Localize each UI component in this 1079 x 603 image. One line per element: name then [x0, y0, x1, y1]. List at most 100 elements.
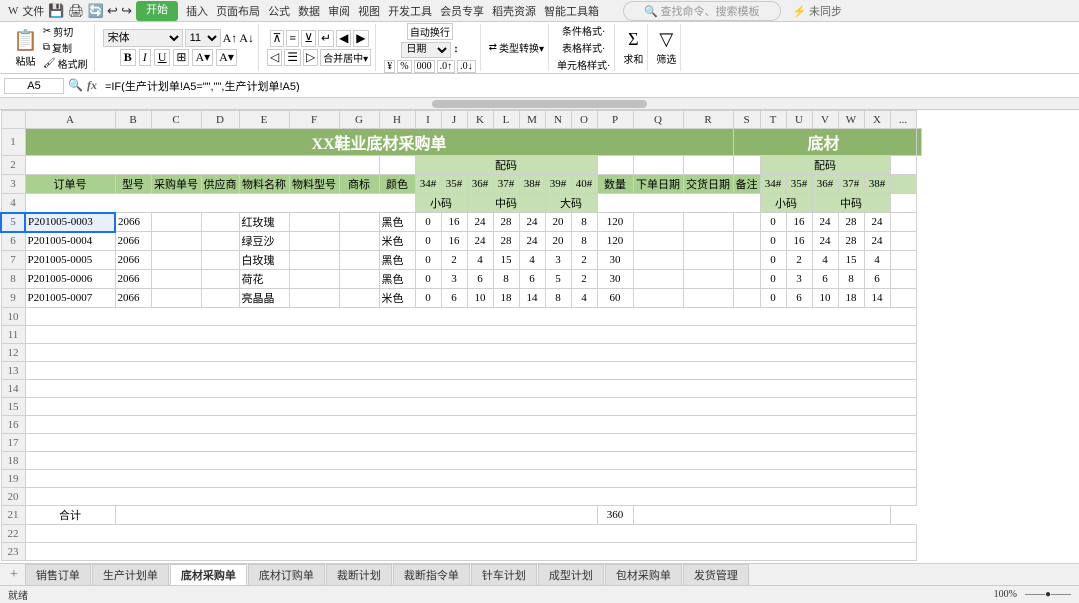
cell-U7[interactable]: 2 — [786, 251, 812, 270]
cell-T7[interactable]: 0 — [760, 251, 786, 270]
tab-review[interactable]: 审阅 — [328, 3, 350, 19]
cell-O9[interactable]: 4 — [571, 289, 597, 308]
cell-R6[interactable] — [683, 232, 733, 251]
cell-W6[interactable]: 28 — [838, 232, 864, 251]
format-brush-button[interactable]: 🖌 格式刷 — [43, 56, 88, 71]
border-button[interactable]: ⊞ — [173, 49, 189, 66]
cell-A8[interactable]: P201005-0006 — [25, 270, 115, 289]
cell-S8[interactable] — [733, 270, 760, 289]
cell-C8[interactable] — [151, 270, 201, 289]
cell-C9[interactable] — [151, 289, 201, 308]
formula-input[interactable]: =IF(生产计划单!A5="","",生产计划单!A5) — [101, 80, 1075, 92]
tab-shell[interactable]: 稻壳资源 — [492, 3, 536, 19]
cell-G9[interactable] — [339, 289, 379, 308]
cell-Y8[interactable] — [890, 270, 916, 289]
cell-H5[interactable]: 黑色 — [379, 213, 415, 232]
number-fmt-icon[interactable]: ↕ — [453, 44, 458, 55]
filename-label[interactable]: 文件 — [22, 3, 44, 19]
cell-R5[interactable] — [683, 213, 733, 232]
cell-V5[interactable]: 24 — [812, 213, 838, 232]
cell-G8[interactable] — [339, 270, 379, 289]
paste-button[interactable]: 📋 粘贴 — [10, 27, 41, 69]
cell-O8[interactable]: 2 — [571, 270, 597, 289]
cell-F9[interactable] — [289, 289, 339, 308]
cell-W9[interactable]: 18 — [838, 289, 864, 308]
cell-S9[interactable] — [733, 289, 760, 308]
cell-Y5[interactable] — [890, 213, 916, 232]
cell-N5[interactable]: 20 — [545, 213, 571, 232]
cell-I9[interactable]: 0 — [415, 289, 441, 308]
align-middle-button[interactable]: ≡ — [286, 30, 299, 47]
cell-Q5[interactable] — [633, 213, 683, 232]
add-sheet-button[interactable]: + — [4, 565, 24, 585]
cell-R8[interactable] — [683, 270, 733, 289]
cell-W5[interactable]: 28 — [838, 213, 864, 232]
col-X-header[interactable]: X — [864, 111, 890, 129]
indent-left-button[interactable]: ◀ — [336, 30, 351, 47]
cell-W7[interactable]: 15 — [838, 251, 864, 270]
cell-E6[interactable]: 绿豆沙 — [239, 232, 289, 251]
cell-A5[interactable]: P201005-0003 — [25, 213, 115, 232]
cell-N6[interactable]: 20 — [545, 232, 571, 251]
cell-R7[interactable] — [683, 251, 733, 270]
font-size-select[interactable]: 11 — [185, 29, 221, 47]
cell-K5[interactable]: 24 — [467, 213, 493, 232]
increase-decimal-button[interactable]: .0↑ — [437, 60, 456, 73]
cell-F7[interactable] — [289, 251, 339, 270]
col-G-header[interactable]: G — [339, 111, 379, 129]
col-F-header[interactable]: F — [289, 111, 339, 129]
cell-S6[interactable] — [733, 232, 760, 251]
type-convert-label[interactable]: 类型转换▾ — [499, 40, 544, 55]
cell-E7[interactable]: 白玫瑰 — [239, 251, 289, 270]
cell-L8[interactable]: 8 — [493, 270, 519, 289]
cell-S7[interactable] — [733, 251, 760, 270]
col-D-header[interactable]: D — [201, 111, 239, 129]
cell-U8[interactable]: 3 — [786, 270, 812, 289]
tab-member[interactable]: 会员专享 — [440, 3, 484, 19]
align-right-button[interactable]: ▷ — [303, 49, 318, 66]
cell-style-button[interactable]: 单元格样式· — [557, 61, 610, 72]
col-C-header[interactable]: C — [151, 111, 201, 129]
tab-data[interactable]: 数据 — [298, 3, 320, 19]
col-B-header[interactable]: B — [115, 111, 151, 129]
indent-right-button[interactable]: ▶ — [353, 30, 368, 47]
cut-button[interactable]: ✂ 剪切 — [43, 24, 88, 39]
cell-D8[interactable] — [201, 270, 239, 289]
table-style-button[interactable]: 表格样式· — [562, 44, 605, 55]
cell-V9[interactable]: 10 — [812, 289, 838, 308]
col-H-header[interactable]: H — [379, 111, 415, 129]
cell-J9[interactable]: 6 — [441, 289, 467, 308]
cell-P8[interactable]: 30 — [597, 270, 633, 289]
cell-Y6[interactable] — [890, 232, 916, 251]
col-M-header[interactable]: M — [519, 111, 545, 129]
cell-N8[interactable]: 5 — [545, 270, 571, 289]
cell-Q6[interactable] — [633, 232, 683, 251]
cell-V7[interactable]: 4 — [812, 251, 838, 270]
cell-E9[interactable]: 亮晶晶 — [239, 289, 289, 308]
col-P-header[interactable]: P — [597, 111, 633, 129]
conditional-format-button[interactable]: 条件格式· — [562, 27, 605, 38]
fill-color-button[interactable]: A▾ — [192, 49, 213, 66]
cell-L7[interactable]: 15 — [493, 251, 519, 270]
cell-M5[interactable]: 24 — [519, 213, 545, 232]
cell-V6[interactable]: 24 — [812, 232, 838, 251]
cell-T9[interactable]: 0 — [760, 289, 786, 308]
cell-G7[interactable] — [339, 251, 379, 270]
search-box[interactable]: 🔍 查找命令、搜索模板 — [623, 1, 780, 21]
col-L-header[interactable]: L — [493, 111, 519, 129]
cell-Y7[interactable] — [890, 251, 916, 270]
zoom-slider[interactable]: ——●—— — [1025, 589, 1071, 600]
cell-I7[interactable]: 0 — [415, 251, 441, 270]
cell-A7[interactable]: P201005-0005 — [25, 251, 115, 270]
cell-P9[interactable]: 60 — [597, 289, 633, 308]
cell-A6[interactable]: P201005-0004 — [25, 232, 115, 251]
cell-S5[interactable] — [733, 213, 760, 232]
col-K-header[interactable]: K — [467, 111, 493, 129]
cell-J5[interactable]: 16 — [441, 213, 467, 232]
col-V-header[interactable]: V — [812, 111, 838, 129]
cell-P5[interactable]: 120 — [597, 213, 633, 232]
cell-K6[interactable]: 24 — [467, 232, 493, 251]
cell-B6[interactable]: 2066 — [115, 232, 151, 251]
sheet-tab-production[interactable]: 生产计划单 — [92, 564, 169, 585]
col-U-header[interactable]: U — [786, 111, 812, 129]
